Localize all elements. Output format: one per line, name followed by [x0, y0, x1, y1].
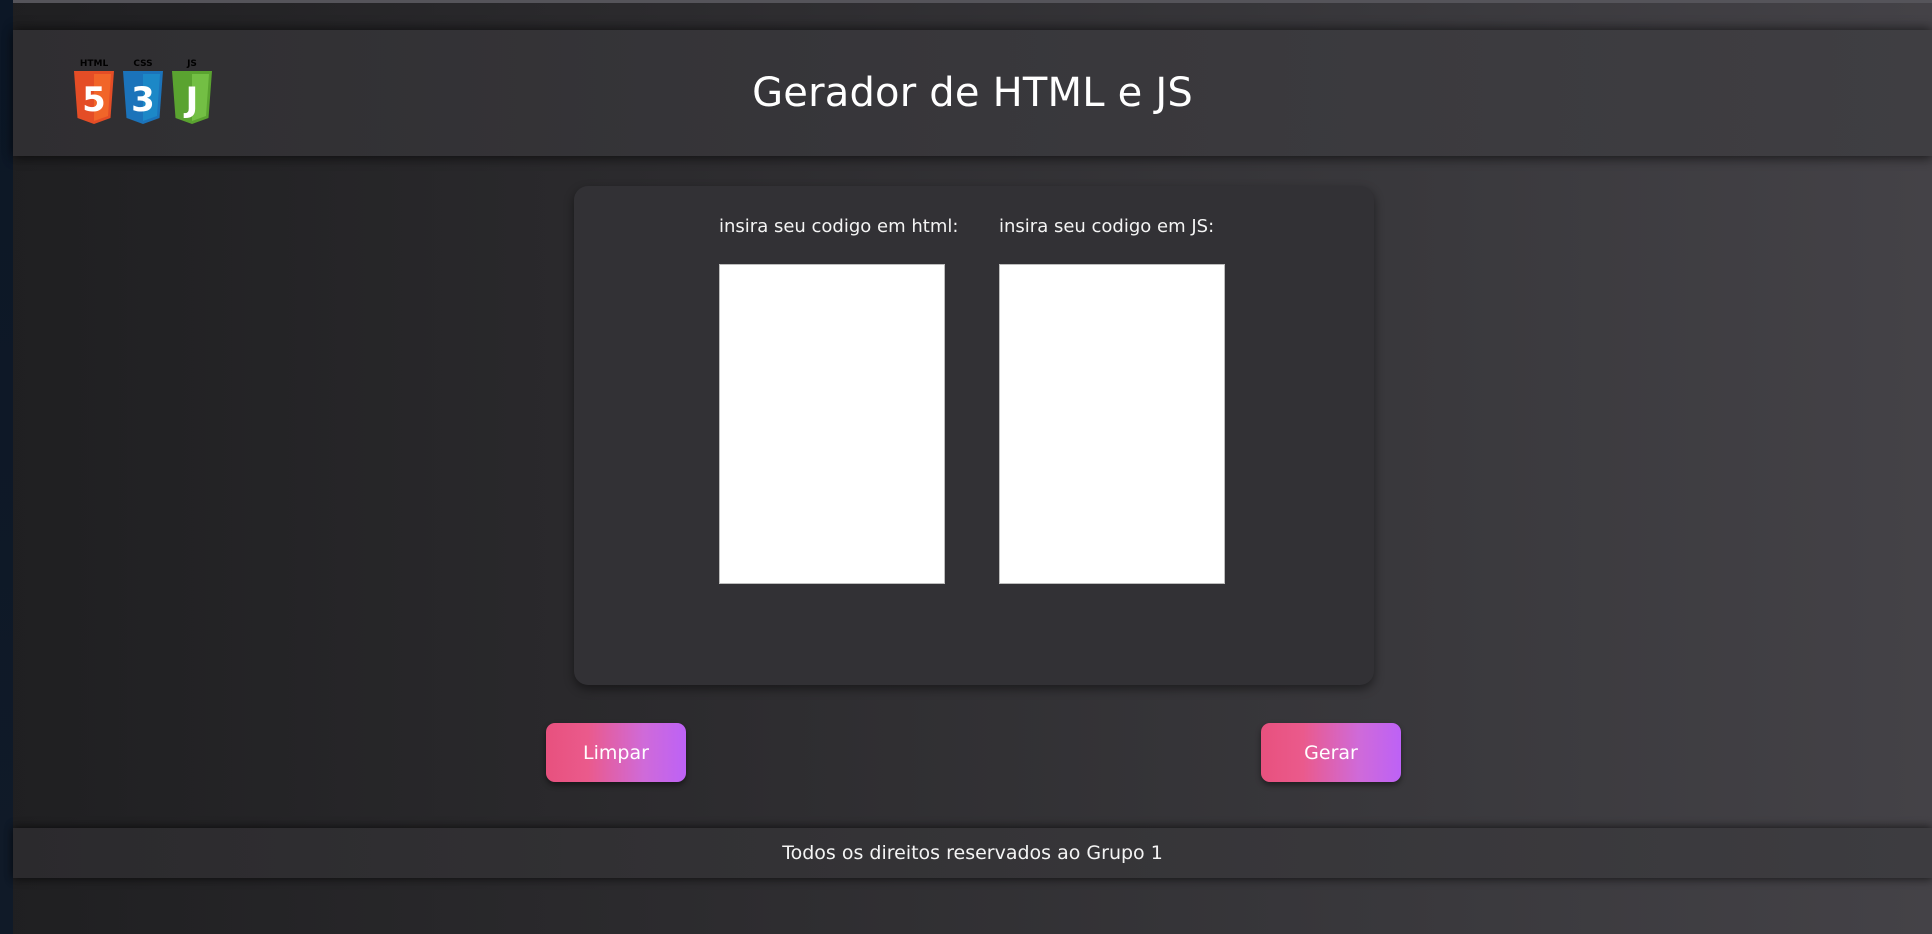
- code-input-panel: insira seu codigo em html: insira seu co…: [574, 186, 1374, 685]
- top-border-line: [13, 0, 1932, 3]
- html-badge-text: HTML: [80, 59, 109, 69]
- js-code-input[interactable]: [999, 264, 1225, 584]
- generate-button[interactable]: Gerar: [1261, 723, 1401, 782]
- copyright-text: Todos os direitos reservados ao Grupo 1: [782, 842, 1163, 864]
- js-badge-text: JS: [186, 59, 197, 69]
- js-code-label: insira seu codigo em JS:: [999, 216, 1215, 237]
- left-edge-strip: [0, 0, 13, 934]
- page-footer: Todos os direitos reservados ao Grupo 1: [13, 828, 1932, 878]
- html-code-label: insira seu codigo em html:: [719, 216, 959, 237]
- page-title: Gerador de HTML e JS: [752, 70, 1193, 116]
- clear-button[interactable]: Limpar: [546, 723, 686, 782]
- page-header: HTML 5 CSS 3 JS J Gerador de HTML e JS: [13, 30, 1932, 156]
- css-badge-text: CSS: [133, 59, 152, 69]
- html-code-input[interactable]: [719, 264, 945, 584]
